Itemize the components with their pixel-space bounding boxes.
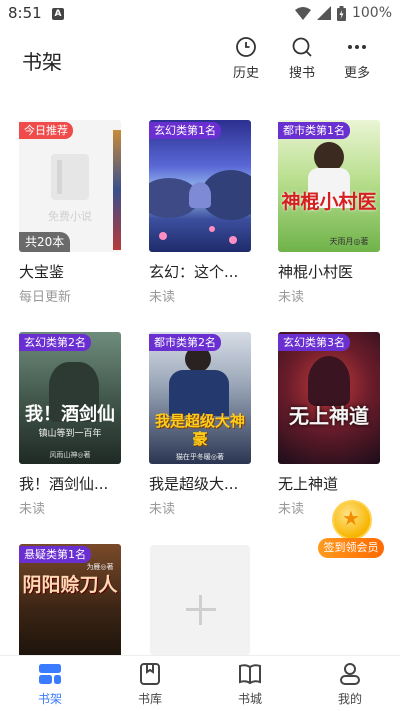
book-placeholder-icon xyxy=(51,154,89,200)
battery-level: 100% xyxy=(351,5,392,21)
book-cover[interactable]: 阴阳赊刀人 为雁◎著 悬疑类第1名 xyxy=(19,544,121,655)
rank-badge: 玄幻类第1名 xyxy=(149,122,221,139)
cover-title-text: 我是超级大神豪 xyxy=(155,412,246,448)
bookshelf-icon xyxy=(39,664,61,684)
notification-icon: A xyxy=(52,8,64,20)
book-cover[interactable]: 我！酒剑仙 镇山等到一百年 风雨山神◎著 玄幻类第2名 xyxy=(19,332,121,464)
rank-badge: 都市类第1名 xyxy=(278,122,350,139)
clock-icon xyxy=(236,37,256,57)
rank-badge: 悬疑类第1名 xyxy=(19,546,91,563)
profile-icon xyxy=(340,663,360,685)
book-cover[interactable]: 玄幻类第1名 xyxy=(149,120,251,252)
cover-title-text: 我！酒剑仙 xyxy=(25,404,115,425)
book-title: 无上神道 xyxy=(278,475,339,493)
book-status: 每日更新 xyxy=(19,290,72,305)
book-cover[interactable]: 我是超级大神豪 猫在乎冬暖◎著 都市类第2名 xyxy=(149,332,251,464)
signal-icon xyxy=(316,6,331,20)
book-card[interactable]: 阴阳赊刀人 为雁◎著 悬疑类第1名 xyxy=(19,544,121,655)
cover-author-text: 天雨月◎著 xyxy=(329,237,369,246)
more-icon xyxy=(348,45,366,49)
nav-profile[interactable]: 我的 xyxy=(300,656,400,711)
book-card[interactable]: 无上神道 玄幻类第3名 无上神道 未读 xyxy=(278,332,380,517)
add-book-button[interactable] xyxy=(150,545,250,655)
book-title: 玄幻：这个... xyxy=(149,263,239,281)
status-time: 8:51 xyxy=(8,4,42,22)
cover-title-text: 阴阳赊刀人 xyxy=(22,574,118,596)
library-icon xyxy=(140,663,160,685)
book-status: 未读 xyxy=(278,290,305,305)
nav-label: 书架 xyxy=(37,692,62,706)
nav-bookstore[interactable]: 书城 xyxy=(200,656,300,711)
cover-title-text: 神棍小村医 xyxy=(281,191,377,213)
cover-author-text: 猫在乎冬暖◎著 xyxy=(175,453,225,461)
bookstore-icon xyxy=(239,664,261,685)
nav-label: 书库 xyxy=(137,692,162,706)
book-card[interactable]: 神棍小村医 天雨月◎著 都市类第1名 神棍小村医 未读 xyxy=(278,120,380,305)
placeholder-text: 免费小说 xyxy=(48,210,92,223)
wifi-icon xyxy=(294,6,311,20)
rank-badge: 玄幻类第3名 xyxy=(278,334,350,351)
cover-author-text: 风雨山神◎著 xyxy=(49,451,91,459)
search-icon xyxy=(292,37,312,57)
search-label: 搜书 xyxy=(288,66,315,81)
bottom-nav: 书架 书库 书城 我的 xyxy=(0,655,400,711)
page-title: 书架 xyxy=(22,50,62,74)
nav-bookshelf[interactable]: 书架 xyxy=(0,656,100,711)
rank-badge: 今日推荐 xyxy=(19,122,73,139)
book-status: 未读 xyxy=(149,502,176,517)
search-button[interactable]: 搜书 xyxy=(282,36,322,81)
status-indicators: 100% xyxy=(294,5,392,21)
book-cover[interactable]: 免费小说 今日推荐 共20本 xyxy=(19,120,121,252)
book-card[interactable]: 我是超级大神豪 猫在乎冬暖◎著 都市类第2名 我是超级大... 未读 xyxy=(149,332,251,517)
more-button[interactable]: 更多 xyxy=(337,36,377,81)
book-title: 神棍小村医 xyxy=(278,263,354,281)
book-status: 未读 xyxy=(19,502,46,517)
book-card[interactable]: 我！酒剑仙 镇山等到一百年 风雨山神◎著 玄幻类第2名 我！酒剑仙... 未读 xyxy=(19,332,121,517)
nav-label: 我的 xyxy=(337,692,362,706)
cover-subtitle-text: 镇山等到一百年 xyxy=(38,429,102,439)
rank-badge: 玄幻类第2名 xyxy=(19,334,91,351)
book-status: 未读 xyxy=(149,290,176,305)
stacked-cover-edge xyxy=(113,130,121,250)
book-card[interactable]: 免费小说 今日推荐 共20本 大宝鉴 每日更新 xyxy=(19,120,121,305)
cover-author-text: 为雁◎著 xyxy=(86,563,114,571)
book-title: 我是超级大... xyxy=(149,475,239,493)
nav-label: 书城 xyxy=(237,692,262,706)
book-cover[interactable]: 无上神道 玄幻类第3名 xyxy=(278,332,380,464)
rank-badge: 都市类第2名 xyxy=(149,334,221,351)
signin-reward-button[interactable]: ★ 签到领会员 xyxy=(318,500,384,562)
star-icon: ★ xyxy=(342,506,360,530)
book-count-badge: 共20本 xyxy=(19,232,71,252)
signin-label: 签到领会员 xyxy=(318,538,384,558)
status-bar: 8:51 A 100% xyxy=(0,0,400,28)
history-button[interactable]: 历史 xyxy=(226,36,266,81)
cover-title-text: 无上神道 xyxy=(289,404,369,428)
more-label: 更多 xyxy=(343,66,370,81)
book-card[interactable]: 玄幻类第1名 玄幻：这个... 未读 xyxy=(149,120,251,305)
book-title: 我！酒剑仙... xyxy=(19,475,109,493)
app-header: 书架 历史 搜书 更多 xyxy=(0,30,400,90)
book-cover[interactable]: 神棍小村医 天雨月◎著 都市类第1名 xyxy=(278,120,380,252)
history-label: 历史 xyxy=(232,66,259,81)
book-title: 大宝鉴 xyxy=(19,263,65,281)
nav-library[interactable]: 书库 xyxy=(100,656,200,711)
battery-icon xyxy=(336,5,346,21)
